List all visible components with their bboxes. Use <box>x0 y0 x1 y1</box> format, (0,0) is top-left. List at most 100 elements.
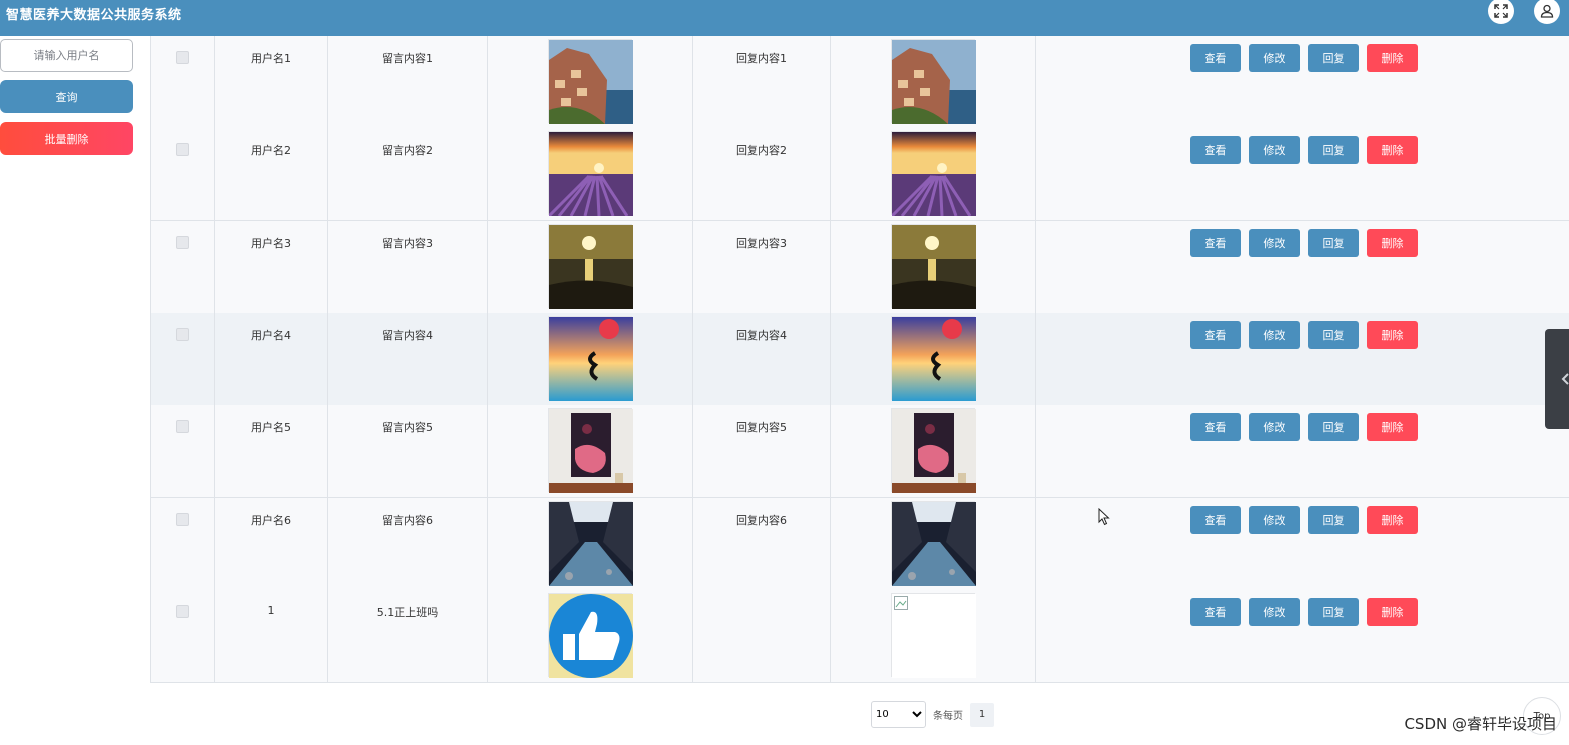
username-cell: 用户名6 <box>215 498 328 590</box>
delete-button[interactable]: 删除 <box>1367 44 1418 72</box>
view-button[interactable]: 查看 <box>1190 44 1241 72</box>
row-checkbox[interactable] <box>176 51 189 64</box>
reply-cell: 回复内容5 <box>693 405 831 497</box>
message-cell: 留言内容5 <box>328 405 488 497</box>
reply-cell: 回复内容4 <box>693 313 831 405</box>
reply-image <box>891 39 976 124</box>
reply-cell: 回复内容2 <box>693 128 831 220</box>
message-image-cell <box>488 405 693 497</box>
message-image-cell <box>488 590 693 682</box>
message-cell: 留言内容3 <box>328 221 488 313</box>
actions-cell: 查看 修改 回复 删除 <box>1036 590 1569 682</box>
fullscreen-button[interactable] <box>1488 0 1514 24</box>
message-cell: 5.1正上班吗 <box>328 590 488 682</box>
row-checkbox[interactable] <box>176 236 189 249</box>
edit-button[interactable]: 修改 <box>1249 506 1300 534</box>
username-cell: 用户名3 <box>215 221 328 313</box>
view-button[interactable]: 查看 <box>1190 321 1241 349</box>
view-button[interactable]: 查看 <box>1190 136 1241 164</box>
delete-button[interactable]: 删除 <box>1367 229 1418 257</box>
table-row: 用户名2 留言内容2 回复内容2 查看 修改 回复 删除 <box>151 128 1569 221</box>
reply-image <box>891 501 976 586</box>
edit-button[interactable]: 修改 <box>1249 44 1300 72</box>
message-image <box>548 39 633 124</box>
reply-image-cell <box>831 128 1036 220</box>
message-cell: 留言内容6 <box>328 498 488 590</box>
username-cell: 用户名4 <box>215 313 328 405</box>
per-page-label: 条每页 <box>933 711 963 722</box>
table-row: 用户名6 留言内容6 回复内容6 查看 修改 回复 删除 <box>151 498 1569 591</box>
message-image-cell <box>488 36 693 128</box>
message-image <box>548 593 633 678</box>
message-cell: 留言内容1 <box>328 36 488 128</box>
reply-button[interactable]: 回复 <box>1308 321 1359 349</box>
reply-image <box>891 593 976 678</box>
username-search-input[interactable] <box>0 39 133 72</box>
message-image-cell <box>488 128 693 220</box>
delete-button[interactable]: 删除 <box>1367 506 1418 534</box>
app-title: 智慧医养大数据公共服务系统 <box>6 8 182 23</box>
query-button[interactable]: 查询 <box>0 80 133 113</box>
delete-button[interactable]: 删除 <box>1367 136 1418 164</box>
message-table: 用户名1 留言内容1 回复内容1 查看 修改 回复 删除 用户名2 留言内容2 … <box>150 36 1569 683</box>
edit-button[interactable]: 修改 <box>1249 321 1300 349</box>
reply-image-cell <box>831 221 1036 313</box>
batch-delete-button[interactable]: 批量删除 <box>0 122 133 155</box>
reply-button[interactable]: 回复 <box>1308 136 1359 164</box>
view-button[interactable]: 查看 <box>1190 506 1241 534</box>
reply-cell <box>693 590 831 682</box>
reply-button[interactable]: 回复 <box>1308 506 1359 534</box>
side-drawer-tab[interactable] <box>1545 329 1569 429</box>
delete-button[interactable]: 删除 <box>1367 413 1418 441</box>
message-image-cell <box>488 221 693 313</box>
reply-button[interactable]: 回复 <box>1308 598 1359 626</box>
view-button[interactable]: 查看 <box>1190 229 1241 257</box>
row-checkbox[interactable] <box>176 143 189 156</box>
actions-cell: 查看 修改 回复 删除 <box>1036 313 1569 405</box>
row-checkbox-cell <box>151 498 215 590</box>
reply-cell: 回复内容3 <box>693 221 831 313</box>
row-checkbox[interactable] <box>176 513 189 526</box>
watermark-text: CSDN @睿轩毕设项目 <box>1404 715 1557 733</box>
page-number-button[interactable]: 1 <box>970 702 994 727</box>
edit-button[interactable]: 修改 <box>1249 229 1300 257</box>
row-checkbox-cell <box>151 36 215 128</box>
edit-button[interactable]: 修改 <box>1249 136 1300 164</box>
user-button[interactable] <box>1534 0 1560 24</box>
user-icon <box>1540 4 1554 18</box>
message-image <box>548 408 633 493</box>
mouse-cursor-icon <box>1098 508 1110 526</box>
username-cell: 1 <box>215 590 328 682</box>
reply-image <box>891 316 976 401</box>
edit-button[interactable]: 修改 <box>1249 598 1300 626</box>
row-checkbox[interactable] <box>176 420 189 433</box>
reply-image <box>890 131 976 218</box>
row-checkbox[interactable] <box>176 328 189 341</box>
row-checkbox-cell <box>151 405 215 497</box>
message-cell: 留言内容4 <box>328 313 488 405</box>
reply-image <box>891 408 976 493</box>
delete-button[interactable]: 删除 <box>1367 321 1418 349</box>
actions-cell: 查看 修改 回复 删除 <box>1036 221 1569 313</box>
edit-button[interactable]: 修改 <box>1249 413 1300 441</box>
pagination: 10 条每页 1 <box>871 701 994 728</box>
reply-button[interactable]: 回复 <box>1308 44 1359 72</box>
page-size-select[interactable]: 10 <box>871 701 926 728</box>
actions-cell: 查看 修改 回复 删除 <box>1036 128 1569 220</box>
chevron-left-icon <box>1561 373 1569 385</box>
view-button[interactable]: 查看 <box>1190 598 1241 626</box>
reply-image-cell <box>831 405 1036 497</box>
table-row: 用户名3 留言内容3 回复内容3 查看 修改 回复 删除 <box>151 221 1569 314</box>
reply-button[interactable]: 回复 <box>1308 413 1359 441</box>
reply-cell: 回复内容1 <box>693 36 831 128</box>
message-image <box>548 316 633 401</box>
reply-image-cell <box>831 498 1036 590</box>
reply-image-cell <box>831 313 1036 405</box>
view-button[interactable]: 查看 <box>1190 413 1241 441</box>
message-cell: 留言内容2 <box>328 128 488 220</box>
reply-button[interactable]: 回复 <box>1308 229 1359 257</box>
username-cell: 用户名2 <box>215 128 328 220</box>
delete-button[interactable]: 删除 <box>1367 598 1418 626</box>
row-checkbox[interactable] <box>176 605 189 618</box>
actions-cell: 查看 修改 回复 删除 <box>1036 36 1569 128</box>
